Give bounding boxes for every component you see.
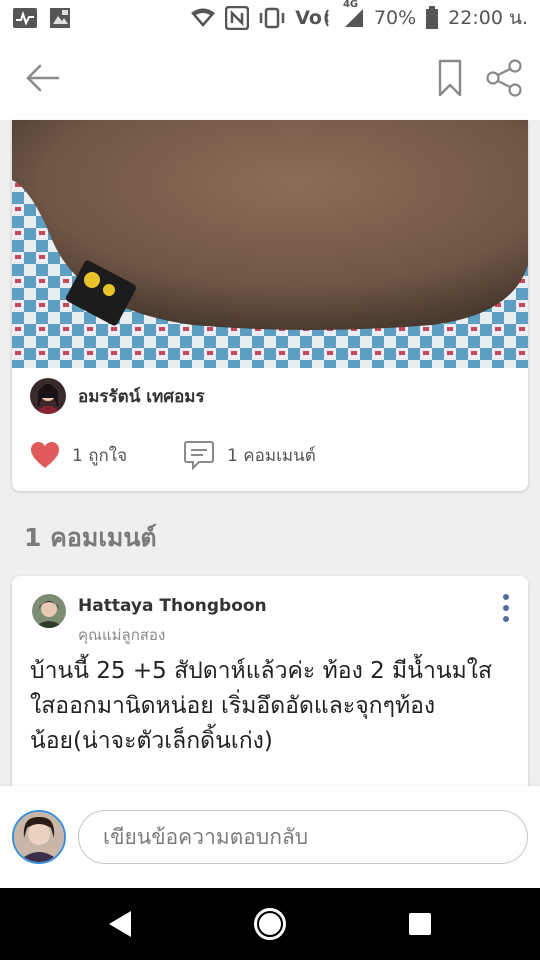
volte-icon: Vo xyxy=(295,7,334,29)
author-row[interactable]: อมรรัตน์ เทศอมร xyxy=(30,378,205,414)
reply-input[interactable] xyxy=(78,810,528,864)
signal-icon: 4G xyxy=(343,0,365,29)
author-name[interactable]: อมรรัตน์ เทศอมร xyxy=(78,383,205,410)
like-count: 1 ถูกใจ xyxy=(72,445,128,466)
heart-icon xyxy=(31,442,59,468)
nfc-icon xyxy=(225,6,250,30)
comment-text: บ้านนี้ 25 +5 สัปดาห์แล้วค่ะ ท้อง 2 มีน้… xyxy=(30,658,493,754)
volte-label: Vo xyxy=(295,7,322,29)
nav-back-button[interactable] xyxy=(102,906,138,942)
share-button[interactable] xyxy=(484,58,524,98)
vibrate-icon xyxy=(258,7,286,29)
more-dot-icon xyxy=(503,616,509,622)
nav-back-icon xyxy=(109,911,131,937)
battery-icon xyxy=(425,6,439,30)
more-options-button[interactable] xyxy=(496,592,516,624)
comment-button[interactable]: 1 คอมเมนต์ xyxy=(183,439,316,471)
post-photo[interactable] xyxy=(12,120,528,368)
comment-card: Hattaya Thongboon คุณแม่ลูกสอง บ้านนี้ 2… xyxy=(12,576,528,816)
commenter-name[interactable]: Hattaya Thongboon xyxy=(78,596,267,616)
comments-heading: 1 คอมเมนต์ xyxy=(24,523,157,552)
system-nav-bar xyxy=(0,888,540,960)
reply-bar xyxy=(0,786,540,888)
nav-recents-button[interactable] xyxy=(402,906,438,942)
back-button[interactable] xyxy=(22,60,62,96)
share-icon xyxy=(486,59,522,97)
activity-icon xyxy=(12,7,38,29)
nav-recents-icon xyxy=(409,913,431,935)
more-dot-icon xyxy=(503,594,509,600)
battery-percent: 70% xyxy=(373,7,417,29)
comment-count: 1 คอมเมนต์ xyxy=(227,445,316,466)
post-actions: 1 ถูกใจ 1 คอมเมนต์ xyxy=(30,438,510,472)
clock: 22:00 น. xyxy=(448,7,528,29)
wifi-icon xyxy=(190,7,216,29)
post-card: อมรรัตน์ เทศอมร 1 ถูกใจ 1 คอมเมนต์ xyxy=(12,120,528,491)
comment-icon xyxy=(184,441,215,471)
author-avatar[interactable] xyxy=(30,378,66,414)
like-button[interactable]: 1 ถูกใจ xyxy=(30,441,127,469)
gallery-icon xyxy=(48,6,72,30)
status-bar: Vo 4G 70% 22:00 น. xyxy=(0,0,540,36)
back-arrow-icon xyxy=(26,64,60,92)
bookmark-icon xyxy=(438,59,462,97)
network-type: 4G xyxy=(342,0,359,10)
bookmark-button[interactable] xyxy=(436,58,464,98)
nav-home-button[interactable] xyxy=(252,906,288,942)
commenter-avatar[interactable] xyxy=(32,594,66,628)
current-user-avatar xyxy=(12,810,66,864)
app-bar xyxy=(0,36,540,120)
commenter-subtitle: คุณแม่ลูกสอง xyxy=(78,626,166,644)
more-dot-icon xyxy=(503,605,509,611)
nav-home-icon xyxy=(254,908,286,940)
